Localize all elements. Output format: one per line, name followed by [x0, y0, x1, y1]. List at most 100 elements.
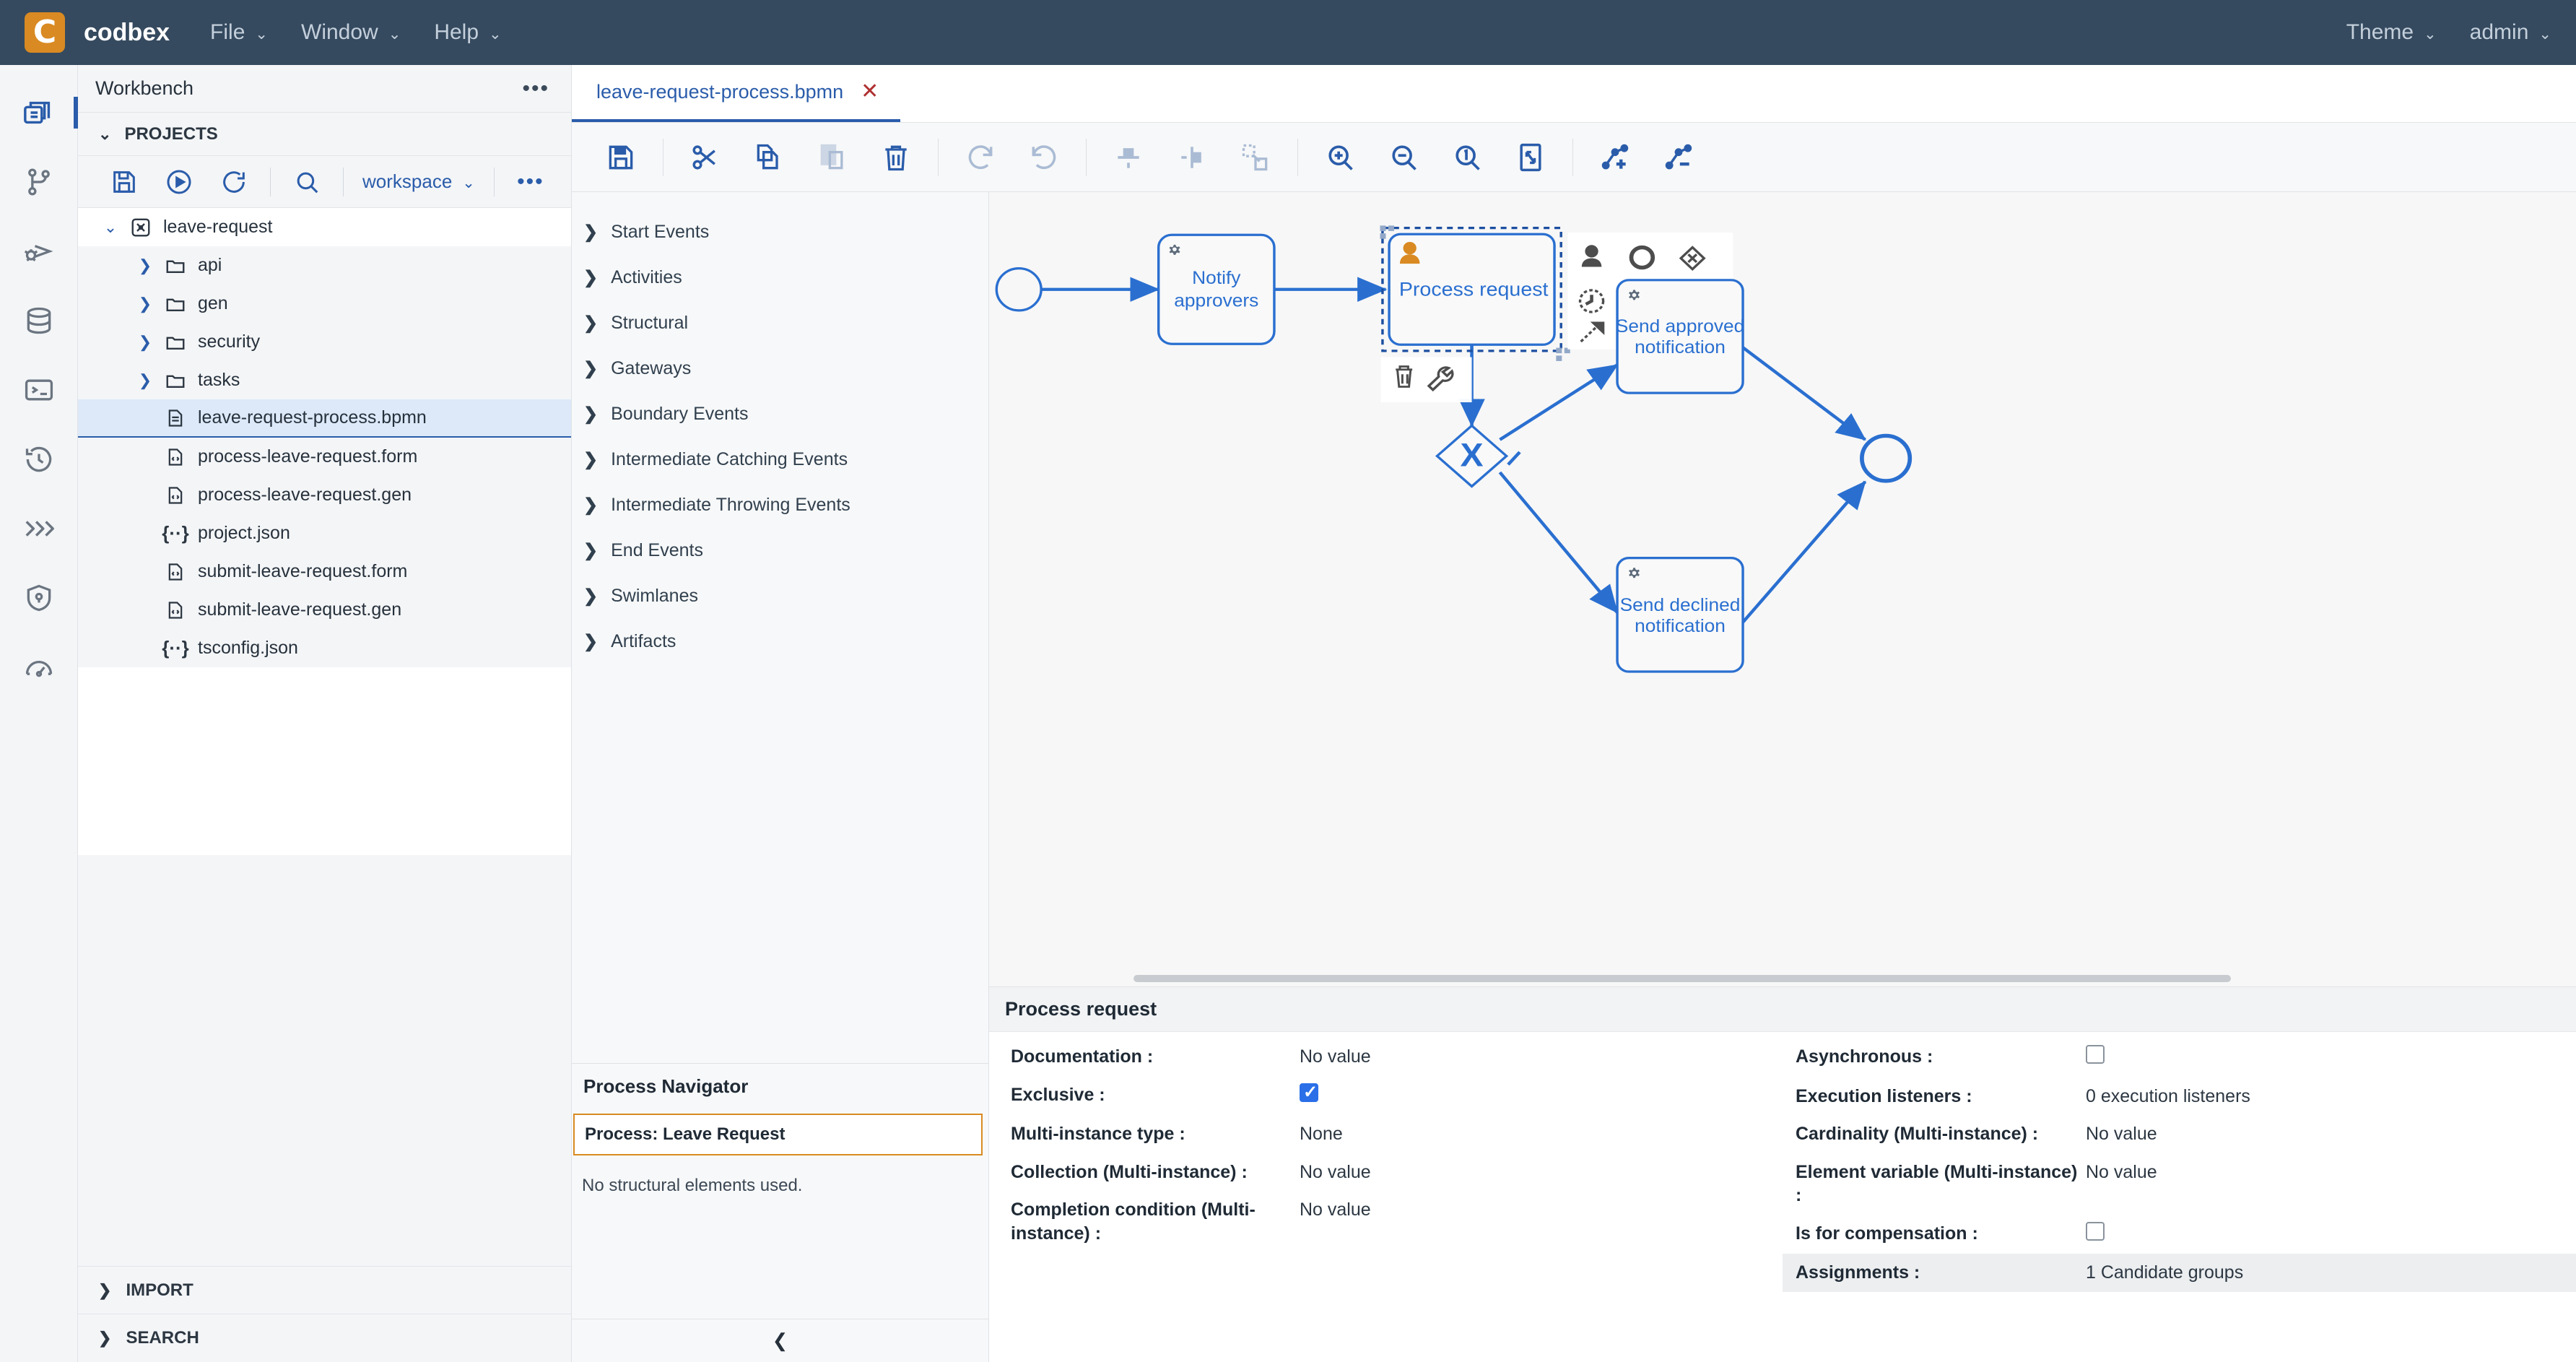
- zoom-out-icon[interactable]: [1372, 132, 1435, 183]
- explorer-icon[interactable]: [0, 78, 78, 147]
- remove-bendpoint-icon[interactable]: [1647, 132, 1710, 183]
- chevrons-icon[interactable]: [0, 494, 78, 563]
- palette-group-artifacts[interactable]: ❯ Artifacts: [572, 619, 988, 664]
- palette-group-swimlanes[interactable]: ❯ Swimlanes: [572, 573, 988, 619]
- tree-item-file-process-form[interactable]: process-leave-request.form: [78, 438, 571, 476]
- save-icon[interactable]: [589, 132, 653, 183]
- property-row-assignments[interactable]: Assignments : 1 Candidate groups: [1783, 1254, 2576, 1292]
- sidebar-toolbar-more-button[interactable]: •••: [503, 161, 558, 203]
- canvas-horizontal-scrollbar[interactable]: [989, 971, 2576, 986]
- tree-item-file-submit-form[interactable]: submit-leave-request.form: [78, 552, 571, 591]
- delete-icon[interactable]: [864, 132, 928, 183]
- property-row-completion-condition[interactable]: Completion condition (Multi-instance) : …: [989, 1191, 1783, 1252]
- palette-group-end-events[interactable]: ❯ End Events: [572, 528, 988, 573]
- tree-item-folder-api[interactable]: ❯ api: [78, 246, 571, 285]
- chevron-down-icon[interactable]: ⌄: [97, 218, 124, 237]
- palette-group-label: Intermediate Throwing Events: [611, 495, 850, 515]
- run-icon[interactable]: [152, 161, 206, 203]
- asynchronous-checkbox[interactable]: [2086, 1045, 2105, 1064]
- redo-icon[interactable]: [949, 132, 1012, 183]
- process-navigator-collapse-button[interactable]: ❮: [572, 1319, 988, 1362]
- property-row-execution-listeners[interactable]: Execution listeners : 0 execution listen…: [1783, 1077, 2576, 1116]
- palette-group-intermediate-throwing-events[interactable]: ❯ Intermediate Throwing Events: [572, 482, 988, 528]
- gauge-icon[interactable]: [0, 633, 78, 702]
- chevron-down-icon: ⌄: [388, 25, 401, 43]
- scrollbar-thumb[interactable]: [1133, 975, 2231, 982]
- zoom-in-icon[interactable]: [1308, 132, 1372, 183]
- paste-icon[interactable]: [801, 132, 864, 183]
- tree-item-file-process-gen[interactable]: process-leave-request.gen: [78, 476, 571, 514]
- property-row-multi-instance-type[interactable]: Multi-instance type : None: [989, 1115, 1783, 1153]
- chevron-right-icon[interactable]: ❯: [131, 256, 159, 275]
- palette-group-boundary-events[interactable]: ❯ Boundary Events: [572, 391, 988, 437]
- tree-item-folder-gen[interactable]: ❯ gen: [78, 285, 571, 323]
- menu-theme[interactable]: Theme ⌄: [2346, 20, 2437, 45]
- process-navigator-selected-item[interactable]: Process: Leave Request: [573, 1114, 983, 1155]
- menu-window[interactable]: Window ⌄: [301, 20, 401, 45]
- palette-group-gateways[interactable]: ❯ Gateways: [572, 346, 988, 391]
- property-value: 1 Candidate groups: [2086, 1262, 2244, 1283]
- chevron-right-icon[interactable]: ❯: [131, 295, 159, 313]
- tree-item-file-tsconfig[interactable]: {··} tsconfig.json: [78, 629, 571, 667]
- chevron-right-icon[interactable]: ❯: [131, 333, 159, 352]
- copy-icon[interactable]: [737, 132, 801, 183]
- cut-icon[interactable]: [674, 132, 737, 183]
- resize-icon[interactable]: [1224, 132, 1287, 183]
- property-value: No value: [2086, 1161, 2157, 1182]
- flow-approved-to-end: [1740, 344, 1866, 441]
- sidebar-title-bar: Workbench •••: [78, 65, 571, 113]
- property-label: Cardinality (Multi-instance) :: [1796, 1124, 2039, 1144]
- refresh-icon[interactable]: [206, 161, 261, 203]
- sidebar-section-import[interactable]: ❯ IMPORT: [78, 1267, 571, 1314]
- zoom-actual-icon[interactable]: [1435, 132, 1499, 183]
- property-row-exclusive[interactable]: Exclusive :: [989, 1076, 1783, 1116]
- is-for-compensation-checkbox[interactable]: [2086, 1221, 2105, 1241]
- property-row-collection[interactable]: Collection (Multi-instance) : No value: [989, 1153, 1783, 1192]
- palette-group-start-events[interactable]: ❯ Start Events: [572, 209, 988, 255]
- close-icon[interactable]: ✕: [861, 81, 879, 103]
- exclusive-checkbox[interactable]: [1300, 1081, 1318, 1103]
- workspace-dropdown[interactable]: workspace ⌄: [352, 170, 485, 193]
- palette-group-structural[interactable]: ❯ Structural: [572, 300, 988, 346]
- property-row-is-for-compensation[interactable]: Is for compensation :: [1783, 1215, 2576, 1254]
- menu-account[interactable]: admin ⌄: [2470, 20, 2551, 45]
- save-icon[interactable]: [97, 161, 152, 203]
- sidebar-section-search[interactable]: ❯ SEARCH: [78, 1314, 571, 1362]
- property-row-element-variable[interactable]: Element variable (Multi-instance) : No v…: [1783, 1153, 2576, 1215]
- database-icon[interactable]: [0, 286, 78, 355]
- tree-item-file-submit-gen[interactable]: submit-leave-request.gen: [78, 591, 571, 629]
- app-header: C codbex File ⌄ Window ⌄ Help ⌄ Theme ⌄ …: [0, 0, 2576, 65]
- tree-item-folder-tasks[interactable]: ❯ tasks: [78, 361, 571, 399]
- shield-lock-icon[interactable]: [0, 563, 78, 633]
- debug-icon[interactable]: [0, 217, 78, 286]
- palette-group-activities[interactable]: ❯ Activities: [572, 255, 988, 300]
- sidebar-section-projects[interactable]: ⌄ PROJECTS: [78, 113, 571, 156]
- history-icon[interactable]: [0, 425, 78, 494]
- menu-help[interactable]: Help ⌄: [434, 20, 501, 45]
- property-row-cardinality[interactable]: Cardinality (Multi-instance) : No value: [1783, 1115, 2576, 1153]
- palette-group-intermediate-catching-events[interactable]: ❯ Intermediate Catching Events: [572, 437, 988, 482]
- property-row-asynchronous[interactable]: Asynchronous :: [1783, 1038, 2576, 1077]
- tab-leave-request-process[interactable]: leave-request-process.bpmn ✕: [572, 64, 901, 122]
- properties-column-left: Documentation : No value Exclusive : Mu: [989, 1032, 1783, 1362]
- add-bendpoint-icon[interactable]: [1583, 132, 1647, 183]
- tree-item-file-project-json[interactable]: {··} project.json: [78, 514, 571, 552]
- bpmn-canvas[interactable]: Notify approvers Process request X Send …: [989, 192, 2576, 971]
- align-horizontal-icon[interactable]: [1160, 132, 1224, 183]
- chevron-right-icon[interactable]: ❯: [131, 371, 159, 390]
- task-label: approvers: [1174, 291, 1258, 311]
- zoom-fit-icon[interactable]: [1499, 132, 1562, 183]
- align-vertical-icon[interactable]: [1097, 132, 1160, 183]
- menu-file[interactable]: File ⌄: [210, 20, 268, 45]
- bpmn-diagram[interactable]: Notify approvers Process request X Send …: [989, 192, 2576, 971]
- tree-item-file-bpmn[interactable]: leave-request-process.bpmn: [78, 399, 571, 438]
- undo-icon[interactable]: [1012, 132, 1076, 183]
- git-branch-icon[interactable]: [0, 147, 78, 217]
- terminal-icon[interactable]: [0, 355, 78, 425]
- tree-item-project[interactable]: ⌄ leave-request: [78, 208, 571, 246]
- palette-group-label: End Events: [611, 540, 703, 560]
- sidebar-overflow-button[interactable]: •••: [522, 77, 549, 101]
- tree-item-folder-security[interactable]: ❯ security: [78, 323, 571, 361]
- property-row-documentation[interactable]: Documentation : No value: [989, 1038, 1783, 1076]
- search-icon[interactable]: [279, 161, 334, 203]
